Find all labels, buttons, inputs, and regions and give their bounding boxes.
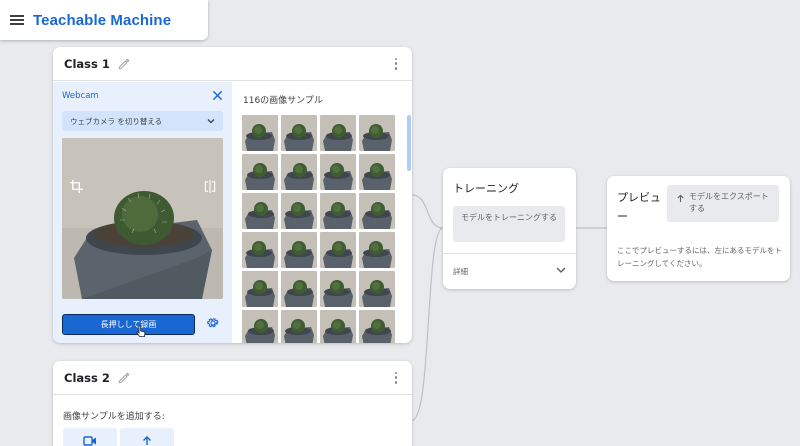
class-name[interactable]: Class 1 [64, 57, 110, 71]
class-card-header: Class 2 [53, 361, 412, 395]
sample-thumbnail[interactable] [242, 193, 278, 229]
more-vert-icon[interactable] [390, 371, 402, 385]
preview-card: プレビュー モデルをエクスポートする ここでプレビューするには、左にあるモデルを… [607, 176, 790, 281]
sample-thumbnail[interactable] [242, 154, 278, 190]
train-model-button[interactable]: モデルをトレーニングする [453, 206, 565, 242]
more-vert-icon[interactable] [390, 57, 402, 71]
app-title[interactable]: Teachable Machine [33, 12, 171, 29]
video-icon [83, 436, 96, 446]
export-button-label: モデルをエクスポートする [689, 192, 769, 213]
sample-thumbnail[interactable] [281, 115, 317, 151]
class-card-1: Class 1 Webcam ウェブカメラ を切り替える 長押しして録画 116… [53, 47, 412, 343]
pencil-icon[interactable] [117, 371, 131, 385]
sample-thumbnail-grid [242, 115, 395, 343]
pencil-icon[interactable] [117, 57, 131, 71]
training-card: トレーニング モデルをトレーニングする 詳細 [443, 168, 576, 289]
sample-thumbnail[interactable] [281, 271, 317, 307]
close-icon[interactable] [212, 90, 223, 101]
sample-thumbnail[interactable] [320, 115, 356, 151]
sample-thumbnail[interactable] [242, 115, 278, 151]
hand-cursor-icon [136, 325, 146, 337]
preview-description: ここでプレビューするには、左にあるモデルをトレーニングしてください。 [617, 246, 782, 268]
sample-thumbnail[interactable] [281, 232, 317, 268]
sample-thumbnail[interactable] [242, 232, 278, 268]
class-card-header: Class 1 [53, 47, 412, 81]
chevron-down-icon [207, 119, 215, 124]
sample-thumbnail[interactable] [320, 310, 356, 343]
menu-icon[interactable] [10, 15, 24, 25]
class-name[interactable]: Class 2 [64, 371, 110, 385]
webcam-preview [62, 138, 223, 299]
sample-thumbnail[interactable] [281, 154, 317, 190]
sample-thumbnail[interactable] [359, 115, 395, 151]
details-label[interactable]: 詳細 [453, 266, 468, 277]
upload-icon [143, 436, 151, 445]
sample-thumbnail[interactable] [359, 154, 395, 190]
sample-thumbnail[interactable] [320, 271, 356, 307]
sample-thumbnail[interactable] [359, 232, 395, 268]
sample-thumbnail[interactable] [320, 193, 356, 229]
divider [443, 253, 576, 254]
app-header: Teachable Machine [0, 0, 208, 40]
sample-thumbnail[interactable] [281, 310, 317, 343]
sample-thumbnail[interactable] [359, 193, 395, 229]
record-button[interactable]: 長押しして録画 [62, 314, 195, 335]
training-title: トレーニング [453, 182, 519, 195]
samples-count: 116の画像サンプル [243, 96, 323, 106]
settings-icon[interactable] [206, 316, 220, 330]
sample-thumbnail[interactable] [359, 271, 395, 307]
sample-thumbnail[interactable] [242, 310, 278, 343]
export-model-button[interactable]: モデルをエクスポートする [667, 185, 779, 222]
camera-select-value: ウェブカメラ を切り替える [70, 116, 163, 126]
preview-title: プレビュー [617, 191, 661, 223]
add-samples-label: 画像サンプルを追加する: [63, 412, 165, 422]
upload-add-button[interactable] [120, 428, 174, 446]
webcam-label: Webcam [62, 91, 99, 101]
export-icon [677, 194, 684, 203]
sample-thumbnail[interactable] [320, 154, 356, 190]
sample-thumbnail[interactable] [281, 193, 317, 229]
cactus-image [62, 138, 223, 299]
webcam-panel: Webcam ウェブカメラ を切り替える 長押しして録画 [53, 82, 232, 343]
webcam-add-button[interactable] [63, 428, 117, 446]
sample-thumbnail[interactable] [320, 232, 356, 268]
flip-icon[interactable] [204, 180, 216, 193]
sample-thumbnail[interactable] [359, 310, 395, 343]
chevron-down-icon[interactable] [555, 264, 567, 276]
samples-scrollbar[interactable] [407, 115, 411, 171]
crop-icon[interactable] [70, 180, 83, 193]
camera-select[interactable]: ウェブカメラ を切り替える [62, 111, 223, 131]
class-card-2: Class 2 画像サンプルを追加する: [53, 361, 412, 446]
sample-thumbnail[interactable] [242, 271, 278, 307]
